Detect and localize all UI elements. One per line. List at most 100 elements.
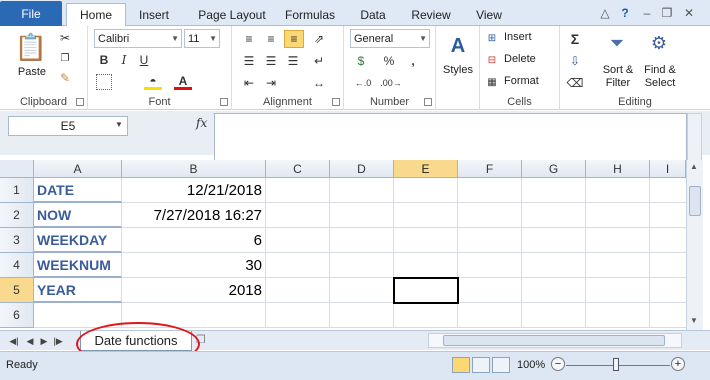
font-size-select[interactable]: 11 ▼ bbox=[184, 29, 220, 48]
horizontal-scroll-thumb[interactable] bbox=[443, 335, 665, 346]
column-header-i[interactable]: I bbox=[650, 160, 686, 178]
last-sheet-icon[interactable]: |▶ bbox=[52, 334, 64, 348]
column-header-c[interactable]: C bbox=[266, 160, 330, 178]
column-header-g[interactable]: G bbox=[522, 160, 586, 178]
cell-a5[interactable]: YEAR bbox=[34, 278, 122, 303]
copy-icon[interactable]: ❐ bbox=[56, 50, 74, 66]
tab-view[interactable]: View bbox=[466, 4, 512, 26]
column-header-d[interactable]: D bbox=[330, 160, 394, 178]
font-launcher-icon[interactable] bbox=[220, 98, 228, 106]
font-family-select[interactable]: Calibri ▼ bbox=[94, 29, 182, 48]
column-header-h[interactable]: H bbox=[586, 160, 650, 178]
align-right-icon[interactable]: ☰ bbox=[284, 52, 302, 70]
worksheet-grid[interactable]: A B C D E F G H I 1 2 3 4 5 6 DATE 12/21… bbox=[0, 160, 686, 328]
italic-button[interactable]: I bbox=[116, 52, 132, 68]
column-header-e[interactable]: E bbox=[394, 160, 458, 178]
cell-a2[interactable]: NOW bbox=[34, 203, 122, 228]
formula-bar-scrollbar[interactable] bbox=[687, 113, 702, 165]
vertical-scroll-thumb[interactable] bbox=[689, 186, 701, 216]
align-middle-icon[interactable]: ≡ bbox=[262, 30, 280, 48]
comma-style-button[interactable]: , bbox=[404, 52, 422, 70]
align-top-icon[interactable]: ≡ bbox=[240, 30, 258, 48]
normal-view-icon[interactable] bbox=[452, 357, 470, 373]
selected-cell-e5[interactable] bbox=[393, 277, 459, 304]
number-launcher-icon[interactable] bbox=[424, 98, 432, 106]
clear-icon[interactable]: ⌫ bbox=[566, 74, 584, 92]
cell-a4[interactable]: WEEKNUM bbox=[34, 253, 122, 278]
tab-formulas[interactable]: Formulas bbox=[278, 4, 342, 26]
binoculars-icon[interactable]: ⚙ bbox=[646, 30, 672, 56]
row-header-4[interactable]: 4 bbox=[0, 253, 34, 278]
decrease-indent-icon[interactable]: ⇤ bbox=[240, 74, 258, 92]
cell-a3[interactable]: WEEKDAY bbox=[34, 228, 122, 253]
wrap-text-icon[interactable]: ↵ bbox=[310, 52, 328, 70]
row-header-3[interactable]: 3 bbox=[0, 228, 34, 253]
zoom-slider-thumb[interactable] bbox=[613, 358, 619, 371]
zoom-out-button[interactable]: − bbox=[551, 357, 565, 371]
insert-function-button[interactable]: fx bbox=[196, 116, 207, 130]
column-header-b[interactable]: B bbox=[122, 160, 266, 178]
vertical-scrollbar[interactable]: ▲ ▼ bbox=[686, 160, 703, 330]
row-header-6[interactable]: 6 bbox=[0, 303, 34, 328]
zoom-level[interactable]: 100% bbox=[517, 359, 545, 371]
row-header-2[interactable]: 2 bbox=[0, 203, 34, 228]
cell-b2[interactable]: 7/27/2018 16:27 bbox=[122, 203, 266, 228]
clipboard-launcher-icon[interactable] bbox=[76, 98, 84, 106]
paste-button[interactable]: Paste bbox=[12, 66, 52, 79]
decrease-decimal-icon[interactable]: .00→ bbox=[380, 74, 402, 92]
collapse-ribbon-icon[interactable]: △ bbox=[596, 4, 614, 22]
fill-icon[interactable]: ⇩ bbox=[566, 52, 584, 70]
help-icon[interactable]: ? bbox=[616, 4, 634, 22]
scroll-down-icon[interactable]: ▼ bbox=[690, 316, 698, 325]
delete-cells-button[interactable]: Delete bbox=[504, 53, 544, 66]
restore-icon[interactable]: ❐ bbox=[658, 4, 676, 22]
name-box[interactable]: E5 bbox=[8, 116, 128, 136]
align-bottom-icon[interactable]: ≡ bbox=[284, 30, 304, 48]
format-painter-icon[interactable]: ✎ bbox=[56, 70, 74, 86]
insert-cells-button[interactable]: Insert bbox=[504, 31, 544, 44]
underline-button[interactable]: U bbox=[136, 52, 152, 68]
chevron-down-icon[interactable]: ▼ bbox=[115, 120, 123, 129]
tab-insert[interactable]: Insert bbox=[128, 4, 180, 26]
find-select-button[interactable]: Find & Select bbox=[638, 64, 682, 90]
orientation-icon[interactable]: ⇗ bbox=[310, 30, 328, 48]
paste-icon[interactable]: 📋 bbox=[14, 30, 48, 64]
styles-icon[interactable]: A bbox=[444, 32, 472, 60]
tab-file[interactable]: File bbox=[0, 1, 62, 26]
cell-a1[interactable]: DATE bbox=[34, 178, 122, 203]
scroll-up-icon[interactable]: ▲ bbox=[690, 162, 698, 171]
borders-icon[interactable] bbox=[96, 74, 112, 90]
minimize-icon[interactable]: – bbox=[638, 4, 656, 22]
format-cells-button[interactable]: Format bbox=[504, 75, 548, 88]
page-break-view-icon[interactable] bbox=[492, 357, 510, 373]
column-header-f[interactable]: F bbox=[458, 160, 522, 178]
styles-button[interactable]: Styles bbox=[438, 64, 478, 77]
bold-button[interactable]: B bbox=[96, 52, 112, 68]
sort-filter-button[interactable]: Sort & Filter bbox=[596, 64, 640, 90]
close-icon[interactable]: ✕ bbox=[680, 4, 698, 22]
alignment-launcher-icon[interactable] bbox=[332, 98, 340, 106]
tab-data[interactable]: Data bbox=[350, 4, 396, 26]
empty-cells-area[interactable] bbox=[266, 178, 686, 328]
cell-b4[interactable]: 30 bbox=[122, 253, 266, 278]
row-header-1[interactable]: 1 bbox=[0, 178, 34, 203]
autosum-button[interactable]: Σ bbox=[566, 30, 584, 48]
horizontal-scrollbar[interactable] bbox=[428, 333, 682, 348]
tab-page-layout[interactable]: Page Layout bbox=[186, 4, 278, 26]
row-header-5[interactable]: 5 bbox=[0, 278, 34, 303]
font-color-icon[interactable]: A bbox=[174, 74, 192, 90]
sort-filter-icon[interactable]: ⏷ bbox=[604, 30, 630, 56]
align-left-icon[interactable]: ☰ bbox=[240, 52, 258, 70]
cell-b3[interactable]: 6 bbox=[122, 228, 266, 253]
number-format-select[interactable]: General ▼ bbox=[350, 29, 430, 48]
column-header-a[interactable]: A bbox=[34, 160, 122, 178]
increase-decimal-icon[interactable]: ←.0 bbox=[352, 74, 374, 92]
formula-input[interactable] bbox=[214, 113, 687, 165]
percent-style-button[interactable]: % bbox=[380, 52, 398, 70]
first-sheet-icon[interactable]: ◀| bbox=[8, 334, 20, 348]
merge-center-icon[interactable]: ↔ bbox=[310, 74, 328, 92]
fill-color-icon[interactable]: ◓ bbox=[144, 74, 162, 90]
page-layout-view-icon[interactable] bbox=[472, 357, 490, 373]
tab-home[interactable]: Home bbox=[66, 3, 126, 26]
prev-sheet-icon[interactable]: ◀ bbox=[24, 334, 36, 348]
